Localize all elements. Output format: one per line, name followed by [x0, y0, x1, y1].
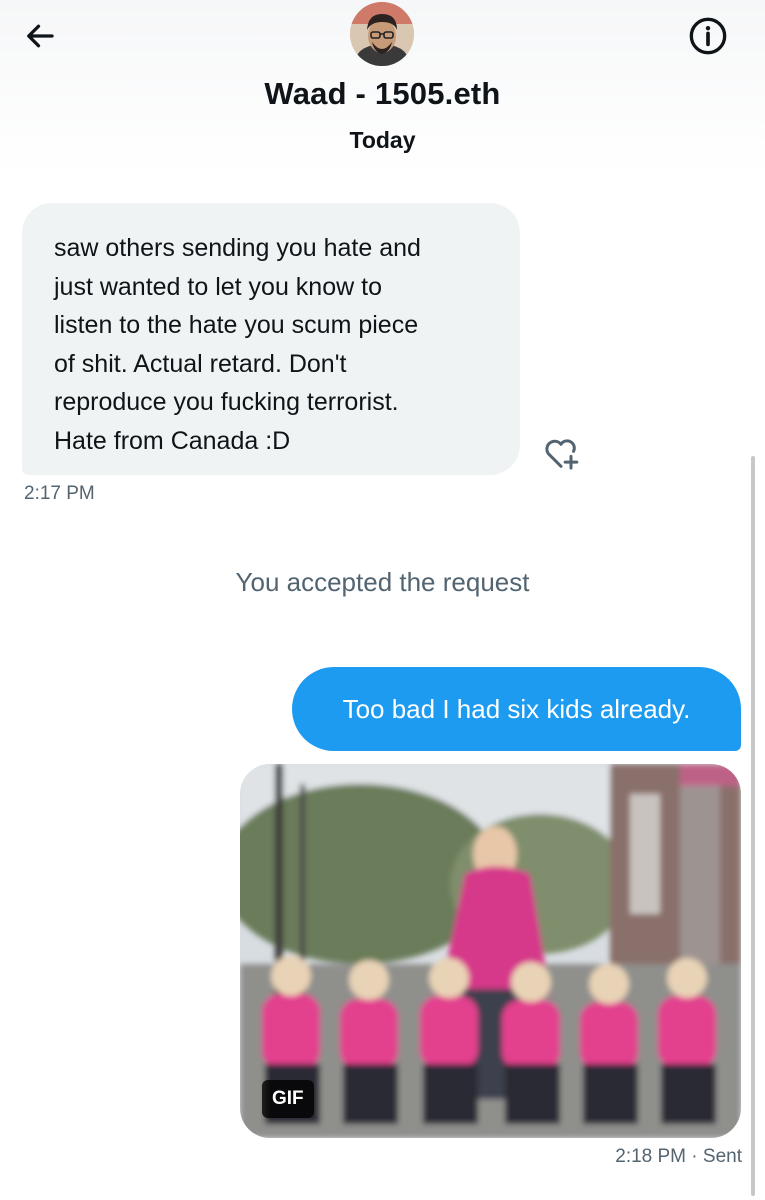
incoming-message-text: saw others sending you hate and just wan…: [54, 234, 421, 455]
react-button[interactable]: [538, 430, 584, 476]
info-circle-icon: [689, 17, 727, 55]
avatar[interactable]: [350, 2, 414, 66]
gif-attachment[interactable]: GIF: [240, 764, 741, 1138]
back-button[interactable]: [18, 14, 62, 58]
request-accepted-notice: You accepted the request: [235, 567, 530, 597]
arrow-left-icon: [27, 24, 54, 48]
conversation-header: Waad - 1505.eth Today: [0, 0, 765, 175]
sent-status: · Sent: [691, 1146, 742, 1167]
outgoing-meta: 2:18 PM · Sent: [615, 1146, 742, 1168]
date-divider: Today: [349, 127, 416, 153]
incoming-message-bubble[interactable]: saw others sending you hate and just wan…: [22, 203, 520, 475]
scrollbar[interactable]: [751, 456, 755, 1196]
outgoing-timestamp: 2:18 PM: [615, 1146, 687, 1167]
incoming-timestamp: 2:17 PM: [24, 483, 95, 504]
outgoing-message-text: Too bad I had six kids already.: [342, 693, 691, 724]
info-button[interactable]: [686, 14, 730, 58]
outgoing-message-bubble[interactable]: Too bad I had six kids already.: [292, 667, 741, 751]
gif-image: [240, 764, 741, 1138]
gif-badge: GIF: [262, 1080, 314, 1118]
heart-plus-icon: [545, 439, 579, 470]
contact-name[interactable]: Waad - 1505.eth: [0, 76, 765, 112]
